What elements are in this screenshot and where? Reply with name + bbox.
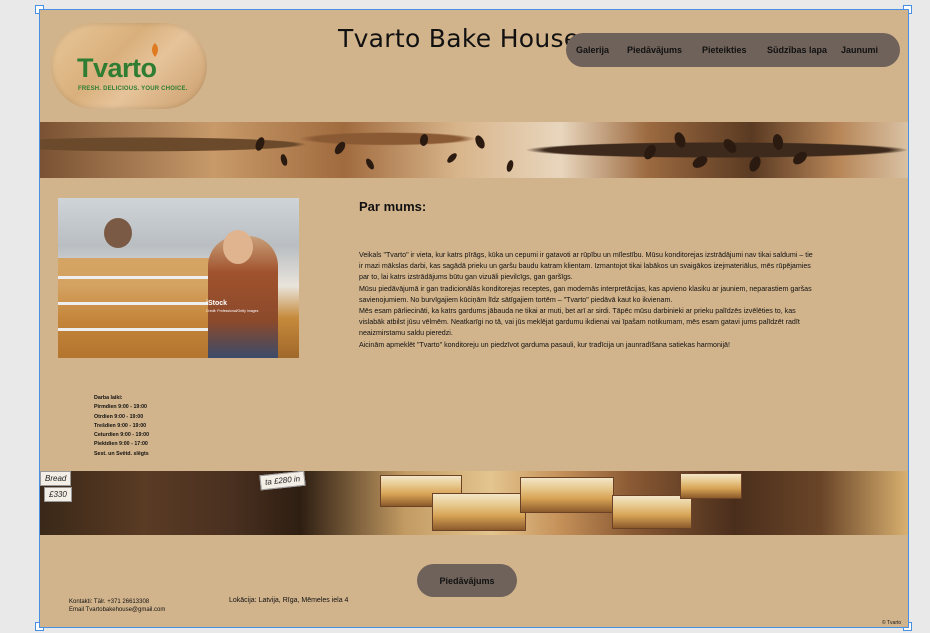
nav-item-pieteikties[interactable]: Pieteikties xyxy=(702,45,747,55)
hours-line: Otrdien 9:00 - 19:00 xyxy=(94,413,144,420)
hours-line: Trešdien 9:00 - 19:00 xyxy=(94,422,147,429)
hours-line: Ceturdien 9:00 - 19:00 xyxy=(94,432,150,439)
footer-location: Lokācija: Latvija, Rīga, Mēmeles iela 4 xyxy=(229,597,349,604)
cake-slice xyxy=(680,473,742,499)
shelf xyxy=(58,276,228,279)
footer-contacts: Kontakti: Tālr. +371 26613308 Email Tvar… xyxy=(69,598,165,614)
opening-hours: Darba laiki: Pirmdien 9:00 - 19:00 Otrdi… xyxy=(94,394,149,459)
contact-email[interactable]: Email Tvartobakehouse@gmail.com xyxy=(69,606,165,614)
hours-line: Sest. un Svētd. slēgts xyxy=(94,450,149,457)
hours-line: Pirmdien 9:00 - 19:00 xyxy=(94,404,147,411)
pastry-case xyxy=(58,258,228,358)
hours-title: Darba laiki: xyxy=(94,395,123,401)
shelf xyxy=(58,302,228,305)
nav-item-sudzibas-lapa[interactable]: Sūdzības lapa xyxy=(767,45,827,55)
logo-tagline: FRESH. DELICIOUS. YOUR CHOICE. xyxy=(78,86,188,92)
about-paragraph: Mūsu piedāvājumā ir gan tradicionālās ko… xyxy=(359,284,812,304)
nav-item-galerija[interactable]: Galerija xyxy=(576,45,609,55)
price-tag: Bread xyxy=(40,471,72,486)
cake-slice xyxy=(612,495,692,529)
baker-figure xyxy=(104,218,132,248)
main-nav: Galerija Piedāvājums Pieteikties Sūdzība… xyxy=(566,33,900,67)
site-title: Tvarto Bake House xyxy=(338,24,580,53)
about-heading: Par mums: xyxy=(359,199,427,214)
hours-line: Piektdien 9:00 - 17:00 xyxy=(94,441,148,448)
nav-item-piedavajums[interactable]: Piedāvājums xyxy=(627,45,682,55)
bread-banner-image xyxy=(40,122,908,178)
footer-copyright: © Tvarto xyxy=(882,620,902,626)
about-text: Veikals "Tvarto" ir vieta, kur katrs pīr… xyxy=(359,250,814,351)
image-credit: Credit: Professional/Getty Images xyxy=(206,309,259,313)
cake-slice xyxy=(432,493,526,531)
offer-button[interactable]: Piedāvājums xyxy=(417,564,517,597)
about-paragraph: Veikals "Tvarto" ir vieta, kur katrs pīr… xyxy=(359,251,813,282)
nav-item-jaunumi[interactable]: Jaunumi xyxy=(841,45,878,55)
page-frame: Tvarto FRESH. DELICIOUS. YOUR CHOICE. Tv… xyxy=(39,9,909,628)
logo-brand-text: Tvarto xyxy=(77,53,157,83)
image-watermark: iStock xyxy=(206,300,228,307)
contact-phone: Kontakti: Tālr. +371 26613308 xyxy=(69,599,150,605)
about-paragraph: Mēs esam pārliecināti, ka katrs gardums … xyxy=(359,307,800,338)
price-tag: ta £280 in xyxy=(259,471,306,491)
about-paragraph: Aicinām apmeklēt "Tvarto" konditoreju un… xyxy=(359,340,730,349)
cake-slice xyxy=(520,477,614,513)
shelf xyxy=(58,328,228,331)
seeds-decoration xyxy=(255,132,807,172)
customer-head xyxy=(223,230,253,264)
logo[interactable]: Tvarto FRESH. DELICIOUS. YOUR CHOICE. xyxy=(51,23,207,109)
bakery-photo: iStock Credit: Professional/Getty Images xyxy=(58,198,299,358)
cakes-banner-image: Bread ta £280 in £330 xyxy=(40,471,908,535)
price-tag: £330 xyxy=(44,487,72,502)
